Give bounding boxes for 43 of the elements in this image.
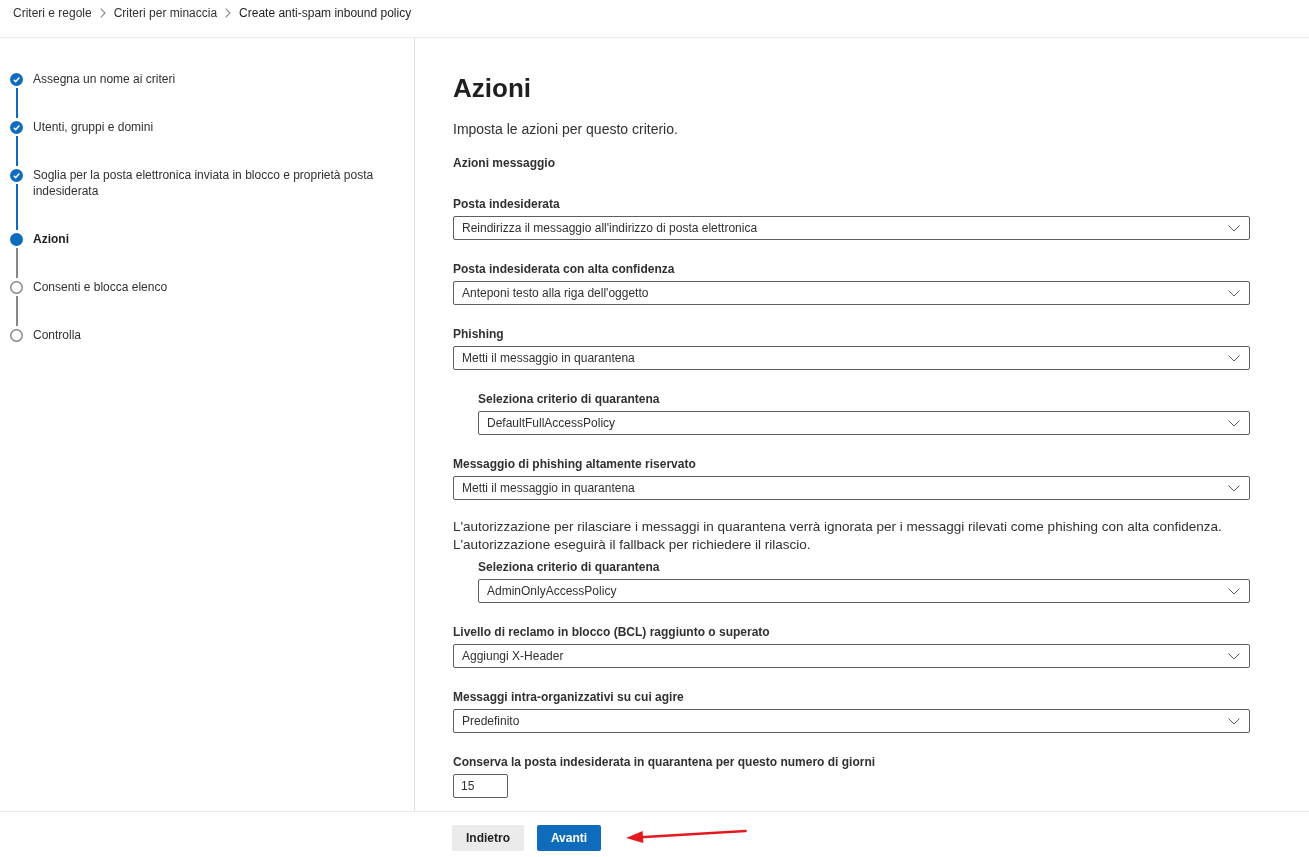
dropdown[interactable]: Predefinito xyxy=(453,709,1250,733)
step-label: Utenti, gruppi e domini xyxy=(33,119,154,135)
step-label: Soglia per la posta elettronica inviata in blocco e proprietà posta indesiderata xyxy=(33,167,375,199)
field-label: Messaggi intra-organizzativi su cui agire xyxy=(453,689,684,705)
step-label: Assegna un nome ai criteri xyxy=(33,71,176,87)
next-button[interactable]: Avanti xyxy=(537,825,601,851)
chevron-down-icon xyxy=(1228,289,1240,297)
step-label: Controlla xyxy=(33,327,82,343)
back-button[interactable]: Indietro xyxy=(452,825,524,851)
dropdown[interactable]: Metti il messaggio in quarantena xyxy=(453,346,1250,370)
page-title: Azioni xyxy=(453,72,531,104)
field-label: Phishing xyxy=(453,326,504,342)
page-description: Imposta le azioni per questo criterio. xyxy=(453,120,678,139)
breadcrumb-link[interactable]: Criteri per minaccia xyxy=(113,5,218,21)
chevron-down-icon xyxy=(1228,224,1240,232)
field-label: Conserva la posta indesiderata in quarantena per questo numero di giorni xyxy=(453,754,876,770)
field-label: Seleziona criterio di quarantena xyxy=(478,391,660,407)
dropdown[interactable]: Metti il messaggio in quarantena xyxy=(453,476,1250,500)
dropdown[interactable]: Reindirizza il messaggio all'indirizzo di posta elettronica xyxy=(453,216,1250,240)
chevron-down-icon xyxy=(1228,587,1240,595)
dropdown[interactable]: Anteponi testo alla riga dell'oggetto xyxy=(453,281,1250,305)
step-label: Consenti e blocca elenco xyxy=(33,279,168,295)
chevron-down-icon xyxy=(1228,484,1240,492)
number-field[interactable]: 15 xyxy=(453,774,508,798)
breadcrumb-link[interactable]: Create anti-spam inbound policy xyxy=(239,5,412,21)
step-label: Azioni xyxy=(33,231,69,247)
dropdown[interactable]: Aggiungi X-Header xyxy=(453,644,1250,668)
section-heading: Azioni messaggio xyxy=(453,155,556,171)
dropdown[interactable]: AdminOnlyAccessPolicy xyxy=(478,579,1250,603)
field-label: Livello di reclamo in blocco (BCL) raggiunto o superato xyxy=(453,624,770,640)
dropdown[interactable]: DefaultFullAccessPolicy xyxy=(478,411,1250,435)
field-label: Messaggio di phishing altamente riservato xyxy=(453,456,696,472)
field-label: Posta indesiderata xyxy=(453,196,560,212)
chevron-down-icon xyxy=(1228,354,1240,362)
chevron-right-icon xyxy=(99,8,106,18)
chevron-right-icon xyxy=(225,8,232,18)
chevron-down-icon xyxy=(1228,419,1240,427)
field-label: Posta indesiderata con alta confidenza xyxy=(453,261,675,277)
field-label: Seleziona criterio di quarantena xyxy=(478,559,660,575)
chevron-down-icon xyxy=(1228,717,1240,725)
chevron-down-icon xyxy=(1228,652,1240,660)
info-text: L'autorizzazione per rilasciare i messaggi in quarantena verrà ignorata per i messaggi rilevati come phishing con alta confidenza. L'autorizzazione eseguirà il fallback per richiedere il rilascio. xyxy=(453,518,1222,554)
breadcrumb-link[interactable]: Criteri e regole xyxy=(13,5,92,21)
